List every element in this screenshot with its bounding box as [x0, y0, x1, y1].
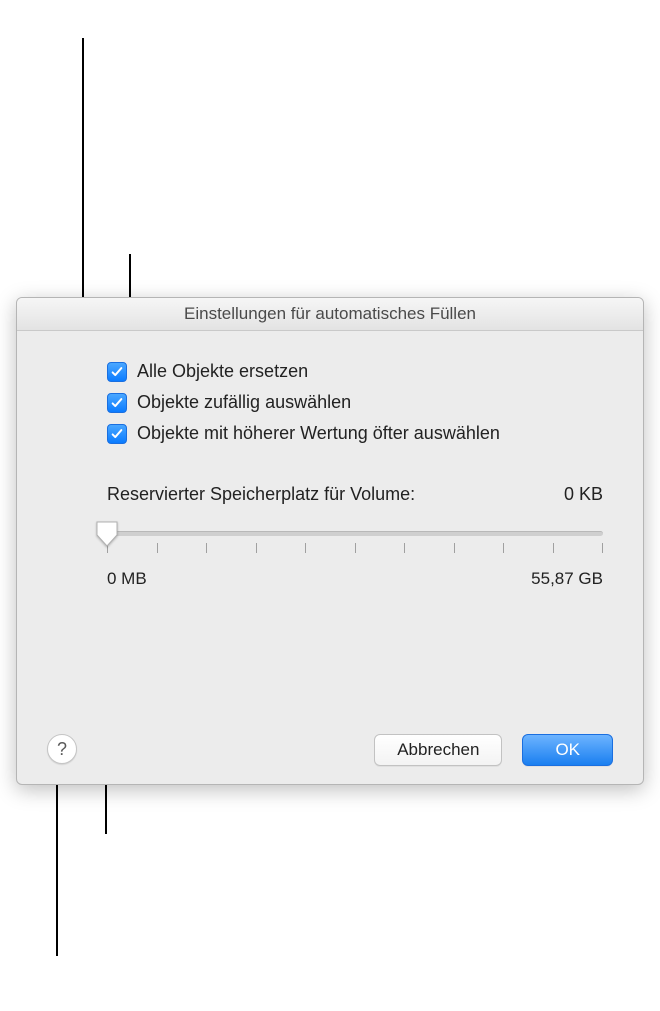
slider-track [107, 531, 603, 536]
reserved-space-row: Reservierter Speicherplatz für Volume: 0… [107, 484, 603, 505]
checkbox-icon [107, 362, 127, 382]
help-button[interactable]: ? [47, 734, 77, 764]
checkbox-label: Alle Objekte ersetzen [137, 361, 308, 382]
checkbox-label: Objekte mit höherer Wertung öfter auswäh… [137, 423, 500, 444]
checkbox-label: Objekte zufällig auswählen [137, 392, 351, 413]
slider-min-label: 0 MB [107, 569, 147, 589]
ok-button-label: OK [555, 740, 580, 760]
ok-button[interactable]: OK [522, 734, 613, 766]
slider-ticks [107, 543, 603, 553]
reserved-space-value: 0 KB [564, 484, 603, 505]
dialog-titlebar: Einstellungen für automatisches Füllen [17, 298, 643, 331]
autofill-settings-dialog: Einstellungen für automatisches Füllen A… [16, 297, 644, 785]
checkbox-row-higher-rating[interactable]: Objekte mit höherer Wertung öfter auswäh… [107, 423, 603, 444]
cancel-button[interactable]: Abbrechen [374, 734, 502, 766]
checkbox-icon [107, 393, 127, 413]
slider-max-label: 55,87 GB [531, 569, 603, 589]
dialog-content: Alle Objekte ersetzen Objekte zufällig a… [17, 331, 643, 609]
reserved-space-label: Reservierter Speicherplatz für Volume: [107, 484, 415, 505]
checkbox-row-random-select[interactable]: Objekte zufällig auswählen [107, 392, 603, 413]
slider-range-labels: 0 MB 55,87 GB [107, 569, 603, 589]
dialog-button-bar: Abbrechen OK [374, 734, 613, 766]
reserved-space-slider[interactable] [107, 521, 603, 571]
checkbox-row-replace-all[interactable]: Alle Objekte ersetzen [107, 361, 603, 382]
slider-thumb[interactable] [96, 521, 118, 547]
help-icon: ? [57, 739, 67, 760]
dialog-title: Einstellungen für automatisches Füllen [184, 304, 476, 324]
checkbox-icon [107, 424, 127, 444]
cancel-button-label: Abbrechen [397, 740, 479, 760]
